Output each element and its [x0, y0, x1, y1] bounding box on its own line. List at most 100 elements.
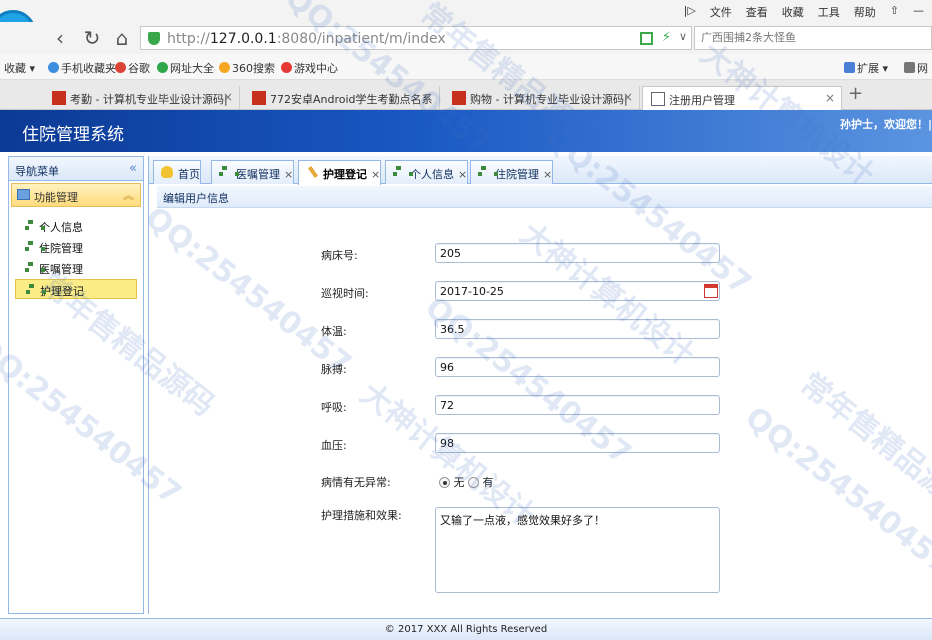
- tree-icon: [26, 284, 46, 295]
- address-dropdown-icon[interactable]: ∨: [679, 30, 687, 43]
- pulse-label: 脉搏:: [321, 363, 347, 376]
- form-row-time: 巡视时间: 2017-10-25: [149, 281, 932, 303]
- footer: © 2017 XXX All Rights Reserved: [0, 618, 932, 640]
- chevron-up-icon[interactable]: ︽: [123, 187, 134, 203]
- temperature-input[interactable]: 36.5: [435, 319, 720, 339]
- globe-icon: [157, 62, 168, 73]
- webpage-icon: [904, 62, 915, 73]
- bed-number-input[interactable]: 205: [435, 243, 720, 263]
- tab-favicon: [252, 91, 266, 105]
- tab-favicon: [452, 91, 466, 105]
- extensions-icon: [844, 62, 855, 73]
- blood-pressure-label: 血压:: [321, 439, 347, 452]
- time-label: 巡视时间:: [321, 287, 369, 300]
- sidebar-item-label: 住院管理: [39, 242, 83, 255]
- menu-favorites[interactable]: 收藏: [782, 4, 804, 20]
- browser-tab[interactable]: 772安卓Android学生考勤点名系 ×: [244, 86, 440, 110]
- address-url[interactable]: http://127.0.0.1:8080/inpatient/m/index: [167, 31, 446, 47]
- tab-nursing[interactable]: 护理登记 ×: [298, 160, 382, 185]
- tree-icon: [478, 166, 498, 178]
- browser-tab[interactable]: 购物 - 计算机专业毕业设计源码| ×: [444, 86, 640, 110]
- sidebar-item-inpatient[interactable]: 住院管理: [15, 237, 137, 257]
- reload-icon[interactable]: ↻: [80, 26, 104, 50]
- game-icon: [281, 62, 292, 73]
- back-arrow-icon[interactable]: ‹: [48, 26, 72, 50]
- tab-close-icon[interactable]: ×: [423, 90, 433, 104]
- tab-personal-info[interactable]: 个人信息 ×: [385, 160, 469, 184]
- bookmark-games[interactable]: 游戏中心: [281, 60, 338, 76]
- accordion-function-management[interactable]: 功能管理 ︽: [11, 183, 141, 207]
- folder-icon: [17, 189, 30, 200]
- tab-orders[interactable]: 医嘱管理 ×: [211, 160, 295, 184]
- address-bar[interactable]: http://127.0.0.1:8080/inpatient/m/index …: [140, 26, 692, 50]
- bookmark-mobile[interactable]: 手机收藏夹: [48, 60, 116, 76]
- minimize-button[interactable]: —: [913, 4, 924, 20]
- menu-view[interactable]: 查看: [746, 4, 768, 20]
- form-row-pulse: 脉搏: 96: [149, 357, 932, 379]
- form-row-breath: 呼吸: 72: [149, 395, 932, 417]
- tree-icon: [25, 220, 45, 231]
- sidebar-item-label: 医嘱管理: [39, 263, 83, 276]
- tab-close-icon[interactable]: ×: [458, 168, 467, 181]
- browser-menu: |▷ 文件 查看 收藏 工具 帮助 ⇧ —: [684, 4, 924, 20]
- pulse-input[interactable]: 96: [435, 357, 720, 377]
- sidebar-item-orders[interactable]: 医嘱管理: [15, 258, 137, 278]
- browser-tab[interactable]: 考勤 - 计算机专业毕业设计源码| ×: [44, 86, 240, 110]
- tab-close-icon[interactable]: ×: [623, 90, 633, 104]
- sidebar-item-label: 个人信息: [39, 221, 83, 234]
- google-icon: [115, 62, 126, 73]
- temperature-label: 体温:: [321, 325, 347, 338]
- nav-title: 导航菜单: [15, 165, 59, 178]
- tree-icon: [219, 166, 239, 178]
- bookmark-more[interactable]: 网: [904, 60, 928, 76]
- sidebar-item-personal-info[interactable]: 个人信息: [15, 216, 137, 236]
- app-title: 住院管理系统: [22, 125, 124, 145]
- browser-title-strip: |▷ 文件 查看 收藏 工具 帮助 ⇧ —: [0, 0, 932, 22]
- breath-label: 呼吸:: [321, 401, 347, 414]
- menu-help[interactable]: 帮助: [854, 4, 876, 20]
- tree-icon: [25, 241, 45, 252]
- radio-none[interactable]: [439, 477, 450, 488]
- tab-inpatient[interactable]: 住院管理 ×: [470, 160, 554, 184]
- speed-mode-icon[interactable]: ⚡: [662, 30, 671, 45]
- tab-favicon: [52, 91, 66, 105]
- blood-pressure-input[interactable]: 98: [435, 433, 720, 453]
- tab-favicon: [651, 92, 665, 106]
- tab-close-icon[interactable]: ×: [543, 168, 552, 181]
- browser-tab-active[interactable]: 注册用户管理 ×: [642, 86, 842, 110]
- radio-yes[interactable]: [468, 477, 479, 488]
- tab-close-icon[interactable]: ×: [825, 91, 835, 105]
- home-icon[interactable]: ⌂: [110, 26, 134, 50]
- tab-home[interactable]: 首页: [153, 160, 201, 184]
- tab-close-icon[interactable]: ×: [284, 168, 293, 181]
- calendar-icon[interactable]: [704, 284, 718, 298]
- tab-close-icon[interactable]: ×: [371, 168, 380, 181]
- bulb-icon: [161, 166, 173, 178]
- new-tab-button[interactable]: +: [848, 83, 863, 104]
- bookmark-sites[interactable]: 网址大全: [157, 60, 214, 76]
- breath-input[interactable]: 72: [435, 395, 720, 415]
- bookmark-favorites[interactable]: 收藏 ▾: [4, 60, 35, 76]
- radio-yes-label: 有: [482, 476, 494, 489]
- nav-sidebar: 导航菜单 « 功能管理 ︽ 个人信息 住院管理 医嘱管理 护理登记: [8, 156, 144, 614]
- form-row-measures: 护理措施和效果: 又输了一点液，感觉效果好多了！: [149, 507, 932, 597]
- nav-header: 导航菜单 «: [9, 157, 143, 181]
- extensions-button[interactable]: 扩展 ▾: [844, 60, 888, 76]
- main-panel: 首页 医嘱管理 × 护理登记 × 个人信息 × 住院管理 × 编辑用户信息 病床号: 2…: [148, 156, 932, 614]
- skin-icon[interactable]: ⇧: [890, 4, 899, 20]
- menu-sidebar-toggle[interactable]: |▷: [684, 4, 696, 20]
- security-shield-icon: [148, 32, 160, 45]
- search-input[interactable]: 广西围捕2条大怪鱼: [694, 26, 932, 50]
- sidebar-item-nursing[interactable]: 护理登记: [15, 279, 137, 299]
- form-row-bp: 血压: 98: [149, 433, 932, 455]
- patrol-time-input[interactable]: 2017-10-25: [435, 281, 720, 301]
- collapse-icon[interactable]: «: [129, 161, 137, 176]
- menu-file[interactable]: 文件: [710, 4, 732, 20]
- measures-textarea[interactable]: 又输了一点液，感觉效果好多了！: [435, 507, 720, 593]
- menu-tools[interactable]: 工具: [818, 4, 840, 20]
- qr-code-icon[interactable]: [640, 32, 653, 45]
- tab-close-icon[interactable]: ×: [223, 90, 233, 104]
- pen-icon: [307, 165, 319, 179]
- bookmark-360-search[interactable]: 360搜索: [219, 60, 275, 76]
- bookmark-google[interactable]: 谷歌: [115, 60, 150, 76]
